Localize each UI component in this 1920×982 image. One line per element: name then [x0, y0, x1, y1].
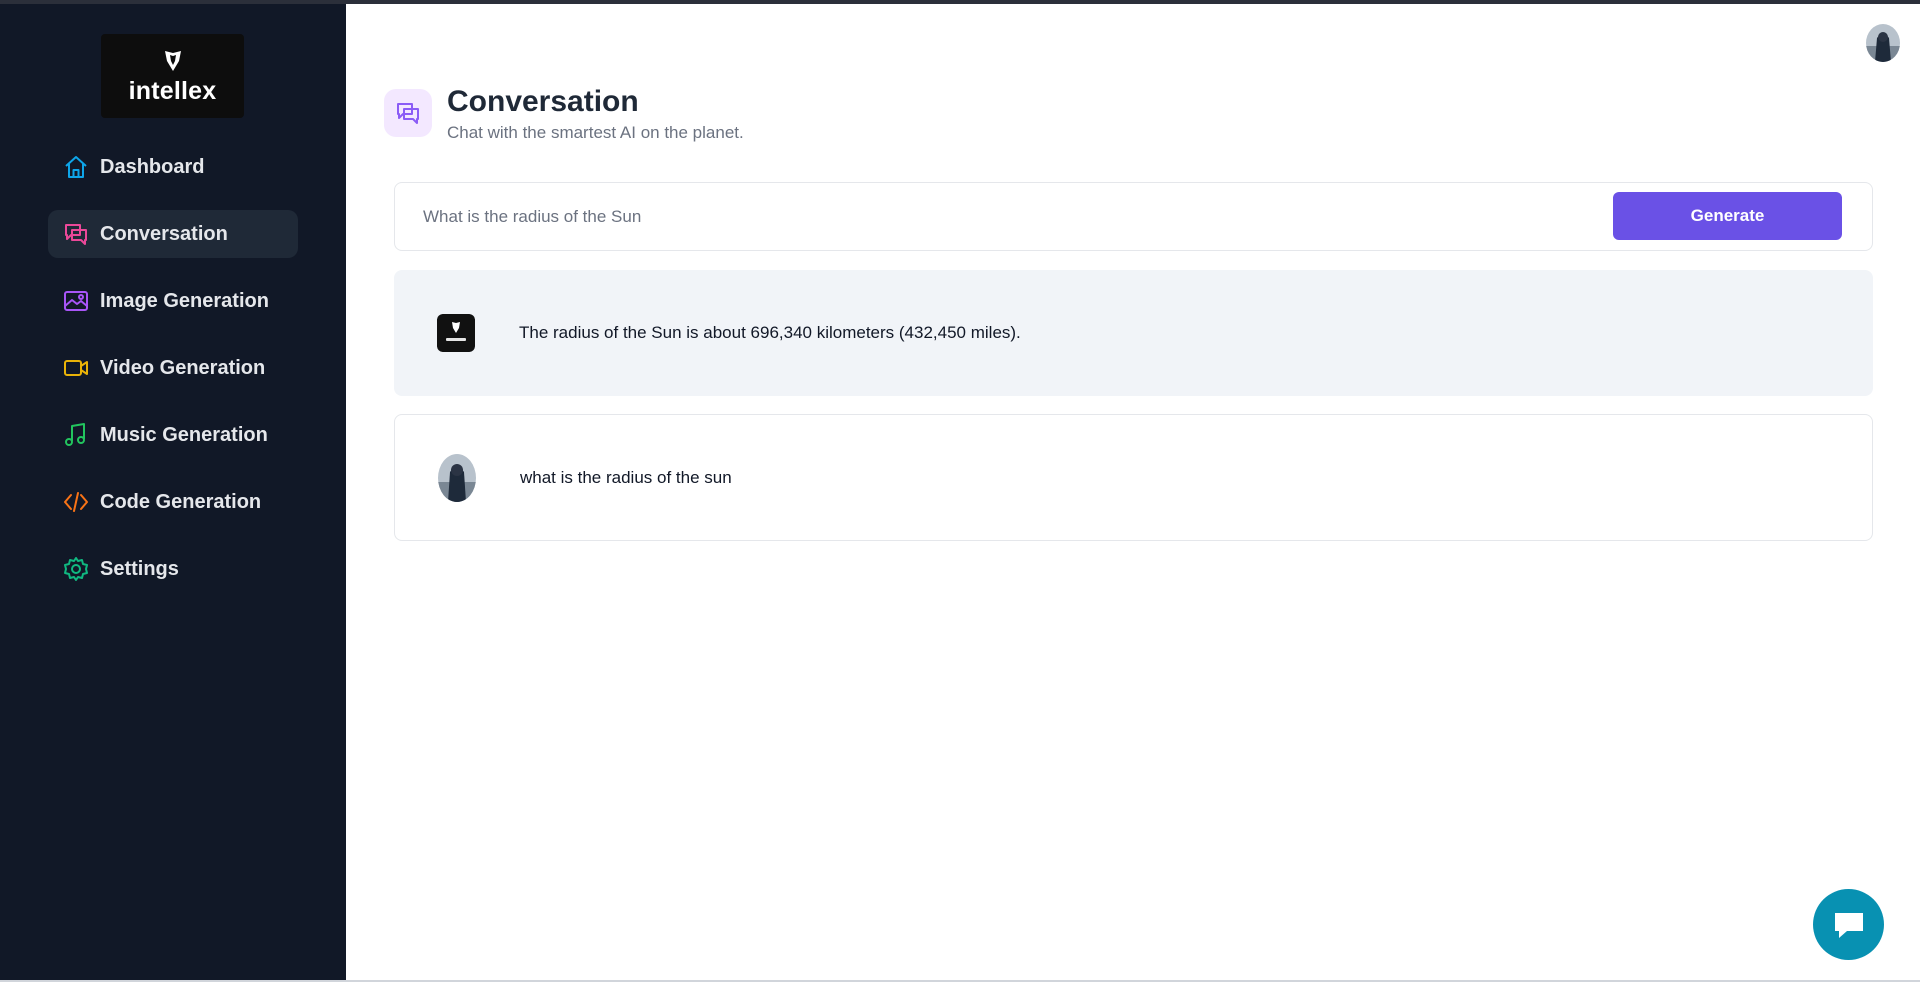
sidebar-item-video-generation[interactable]: Video Generation: [48, 344, 298, 392]
generate-button[interactable]: Generate: [1613, 192, 1842, 240]
sidebar-item-label: Conversation: [100, 222, 228, 245]
sidebar-nav: Dashboard Conversation Image Generation …: [48, 143, 298, 612]
brand-name: intellex: [128, 76, 217, 105]
chat-icon: [65, 224, 87, 245]
message-user: what is the radius of the sun: [394, 414, 1873, 541]
sidebar-item-conversation[interactable]: Conversation: [48, 210, 298, 258]
sidebar-item-settings[interactable]: Settings: [48, 545, 298, 593]
page-icon: [384, 89, 432, 137]
sidebar-item-label: Dashboard: [100, 155, 205, 178]
sidebar-item-code-generation[interactable]: Code Generation: [48, 478, 298, 526]
sidebar: intellex Dashboard Conversation Image Ge…: [0, 4, 346, 982]
intellex-logo-icon: [437, 314, 475, 352]
user-photo-icon: [438, 453, 476, 502]
code-icon: [64, 492, 88, 512]
sidebar-item-label: Video Generation: [100, 356, 266, 379]
logo-mark-icon: [164, 50, 181, 71]
sidebar-item-label: Image Generation: [100, 289, 269, 312]
prompt-form: Generate: [394, 182, 1873, 251]
user-photo-icon: [1866, 24, 1900, 62]
user-message-avatar: [438, 453, 476, 502]
video-icon: [64, 360, 88, 376]
sidebar-item-label: Music Generation: [100, 423, 268, 446]
image-icon: [64, 291, 88, 311]
message-text: what is the radius of the sun: [520, 467, 732, 487]
chat-bubble-icon: [1834, 912, 1863, 938]
support-chat-button[interactable]: [1813, 889, 1884, 960]
prompt-input[interactable]: [423, 197, 1573, 237]
brand-logo[interactable]: intellex: [101, 34, 244, 118]
sidebar-item-image-generation[interactable]: Image Generation: [48, 277, 298, 325]
message-text: The radius of the Sun is about 696,340 k…: [519, 323, 1021, 342]
page-title: Conversation: [447, 85, 639, 118]
user-avatar[interactable]: [1866, 24, 1900, 62]
message-bot: The radius of the Sun is about 696,340 k…: [394, 270, 1873, 396]
sidebar-item-label: Settings: [100, 557, 179, 580]
sidebar-item-label: Code Generation: [100, 490, 262, 513]
bot-avatar: [437, 314, 475, 352]
page-subtitle: Chat with the smartest AI on the planet.: [447, 123, 744, 142]
gear-icon: [64, 557, 88, 581]
chat-icon: [397, 103, 419, 124]
sidebar-item-music-generation[interactable]: Music Generation: [48, 411, 298, 459]
home-icon: [65, 156, 87, 178]
sidebar-item-dashboard[interactable]: Dashboard: [48, 143, 298, 191]
main-content: Conversation Chat with the smartest AI o…: [346, 4, 1920, 982]
music-icon: [65, 423, 85, 446]
